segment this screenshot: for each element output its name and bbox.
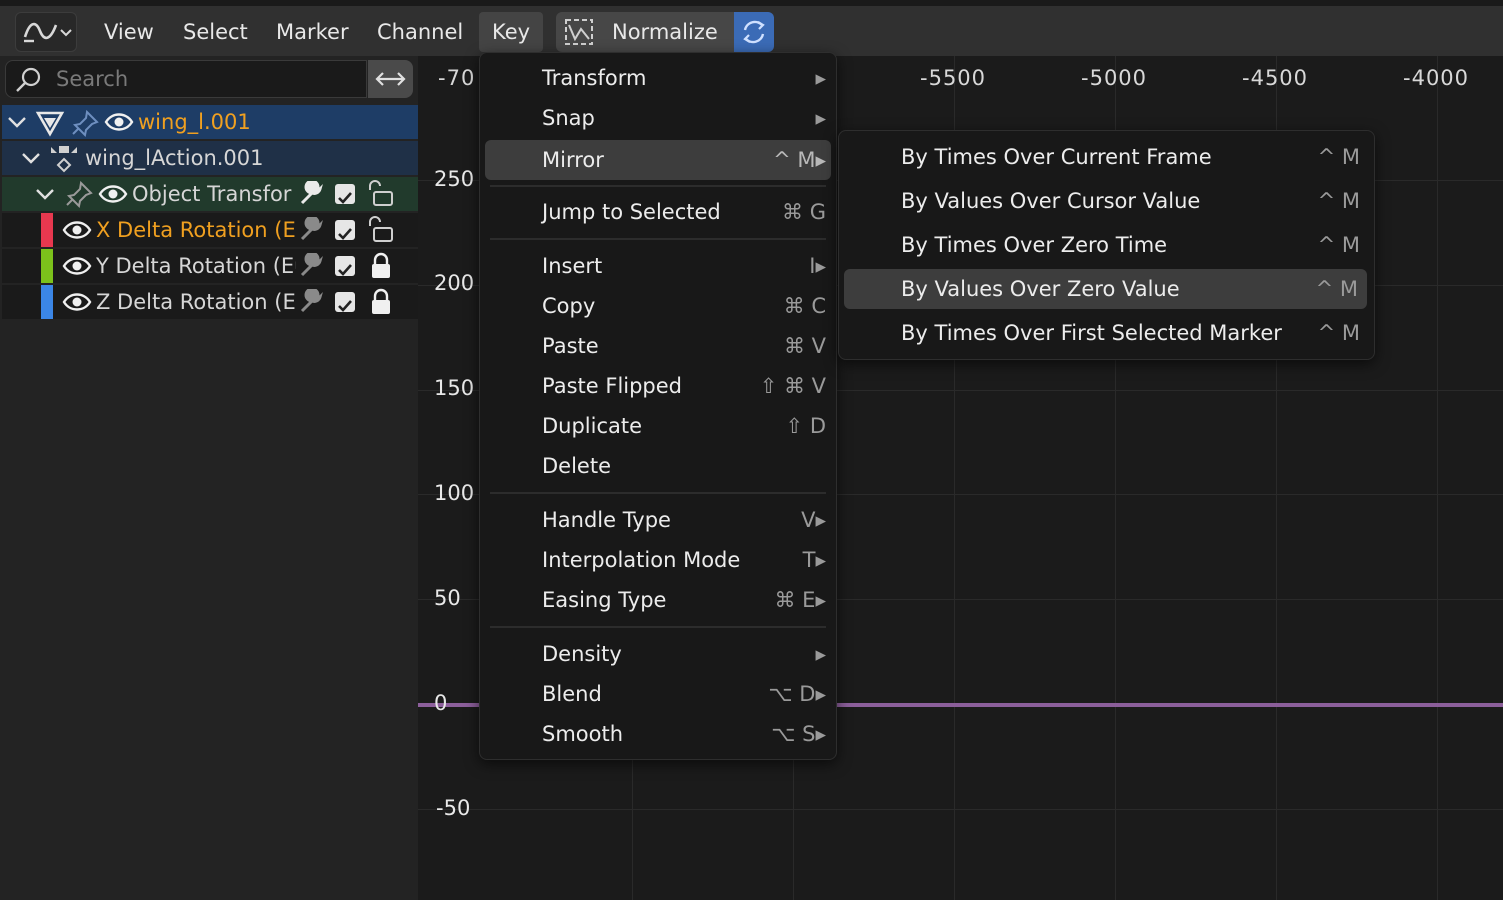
channel-row-action[interactable]: wing_lAction.001 — [2, 141, 418, 175]
channel-label-object: wing_l.001 — [138, 110, 251, 134]
check-icon — [338, 300, 352, 312]
search-placeholder: Search — [56, 67, 129, 91]
menu-item-insert[interactable]: Insert I▸ — [480, 246, 836, 286]
channel-row-x[interactable]: X Delta Rotation (Eu — [2, 213, 418, 247]
menu-item-density[interactable]: Density ▸ — [480, 634, 836, 674]
x-tick-label: -4000 — [1403, 66, 1470, 90]
channel-row-z[interactable]: Z Delta Rotation (Eu — [2, 285, 418, 319]
chevron-down-icon — [60, 29, 72, 37]
menu-item-transform[interactable]: Transform ▸ — [480, 58, 836, 98]
menu-item-handle-type[interactable]: Handle Type V▸ — [480, 500, 836, 540]
y-tick-label: 250 — [434, 167, 475, 191]
y-tick-label: 0 — [434, 691, 448, 715]
channel-label-group: Object Transfor — [132, 182, 292, 206]
chevron-down-icon — [36, 189, 54, 200]
mirror-by-times-over-zero-time[interactable]: By Times Over Zero Time ^ M — [839, 225, 1374, 265]
normalize-label: Normalize — [612, 20, 718, 44]
check-icon — [338, 264, 352, 276]
y-tick-label: 100 — [434, 481, 475, 505]
x-tick-label: -5000 — [1081, 66, 1148, 90]
mirror-by-values-over-cursor-value[interactable]: By Values Over Cursor Value ^ M — [839, 181, 1374, 221]
mirror-by-times-over-first-selected-marker[interactable]: By Times Over First Selected Marker ^ M — [839, 313, 1374, 353]
mute-checkbox[interactable] — [335, 220, 355, 240]
mute-checkbox[interactable] — [335, 184, 355, 204]
x-tick-label: -70 — [438, 66, 476, 90]
mute-checkbox[interactable] — [335, 256, 355, 276]
eye-icon[interactable] — [62, 290, 92, 314]
y-tick-label: 150 — [434, 376, 475, 400]
key-menu: Transform ▸ Snap ▸ Mirror ^ M▸ Jump to Sele… — [479, 52, 837, 760]
wrench-icon[interactable] — [298, 217, 326, 243]
menu-channel[interactable]: Channel — [377, 12, 463, 52]
channel-row-y[interactable]: Y Delta Rotation (Eu — [2, 249, 418, 283]
channel-label-z: Z Delta Rotation (Eu — [96, 290, 296, 314]
channel-color-swatch-y — [41, 249, 53, 283]
menu-item-snap[interactable]: Snap ▸ — [480, 98, 836, 138]
menu-item-duplicate[interactable]: Duplicate ⇧ D — [480, 406, 836, 446]
menu-item-mirror[interactable]: Mirror ^ M▸ — [485, 140, 831, 180]
menu-item-jump-to-selected[interactable]: Jump to Selected ⌘ G — [480, 192, 836, 232]
x-tick-label: -5500 — [920, 66, 987, 90]
pin-icon[interactable] — [64, 180, 94, 208]
channel-color-swatch-x — [41, 213, 53, 247]
menu-item-smooth[interactable]: Smooth ⌥ S▸ — [480, 714, 836, 754]
menu-item-paste[interactable]: Paste ⌘ V — [480, 326, 836, 366]
mirror-by-values-over-zero-value[interactable]: By Values Over Zero Value ^ M — [844, 269, 1367, 309]
channel-row-object[interactable]: wing_l.001 — [2, 105, 418, 139]
mute-checkbox[interactable] — [335, 292, 355, 312]
action-icon — [51, 146, 77, 173]
header-top-border — [0, 0, 1503, 6]
mirror-by-times-over-current-frame[interactable]: By Times Over Current Frame ^ M — [839, 137, 1374, 177]
wrench-icon[interactable] — [298, 289, 326, 315]
channel-label-y: Y Delta Rotation (Eu — [96, 254, 296, 278]
x-tick-label: -4500 — [1242, 66, 1309, 90]
menu-item-interpolation-mode[interactable]: Interpolation Mode T▸ — [480, 540, 836, 580]
channel-row-group[interactable]: Object Transfor — [2, 177, 418, 211]
lock-icon[interactable] — [368, 288, 394, 316]
editor-type-button[interactable] — [15, 12, 77, 52]
chevron-down-icon — [22, 153, 40, 164]
check-icon — [338, 228, 352, 240]
arrows-horizontal-icon — [375, 72, 406, 86]
menu-marker[interactable]: Marker — [276, 12, 349, 52]
lock-icon[interactable] — [368, 252, 394, 280]
wrench-icon[interactable] — [298, 253, 326, 279]
normalize-icon — [565, 19, 593, 45]
y-tick-label: 200 — [434, 271, 475, 295]
menu-key[interactable]: Key — [479, 12, 544, 52]
y-tick-label: 50 — [434, 586, 461, 610]
eye-icon[interactable] — [98, 182, 128, 206]
menu-item-blend[interactable]: Blend ⌥ D▸ — [480, 674, 836, 714]
menu-item-paste-flipped[interactable]: Paste Flipped ⇧ ⌘ V — [480, 366, 836, 406]
menu-item-copy[interactable]: Copy ⌘ C — [480, 286, 836, 326]
auto-normalize-toggle[interactable] — [734, 12, 774, 52]
chevron-down-icon — [8, 117, 26, 128]
refresh-icon — [743, 20, 765, 44]
menu-select[interactable]: Select — [183, 12, 248, 52]
channel-label-x: X Delta Rotation (Eu — [96, 218, 296, 242]
filter-swap-button[interactable] — [368, 60, 413, 98]
search-icon — [16, 67, 41, 92]
menu-view[interactable]: View — [104, 12, 154, 52]
mirror-submenu: By Times Over Current Frame ^ M By Values… — [838, 130, 1375, 360]
graph-editor-icon — [23, 22, 72, 43]
channel-search-field[interactable]: Search — [5, 60, 367, 98]
normalize-button[interactable]: Normalize — [556, 12, 734, 52]
eye-icon[interactable] — [62, 218, 92, 242]
menu-item-delete[interactable]: Delete — [480, 446, 836, 486]
mesh-object-icon — [35, 111, 65, 137]
menu-item-easing-type[interactable]: Easing Type ⌘ E▸ — [480, 580, 836, 620]
eye-icon[interactable] — [104, 110, 134, 134]
y-tick-label: -50 — [436, 796, 471, 820]
unlock-icon[interactable] — [366, 216, 396, 244]
channel-color-swatch-z — [41, 285, 53, 319]
wrench-icon[interactable] — [298, 181, 326, 207]
eye-icon[interactable] — [62, 254, 92, 278]
unlock-icon[interactable] — [366, 180, 396, 208]
check-icon — [338, 192, 352, 204]
channel-label-action: wing_lAction.001 — [85, 146, 264, 170]
pin-icon[interactable] — [70, 109, 100, 137]
